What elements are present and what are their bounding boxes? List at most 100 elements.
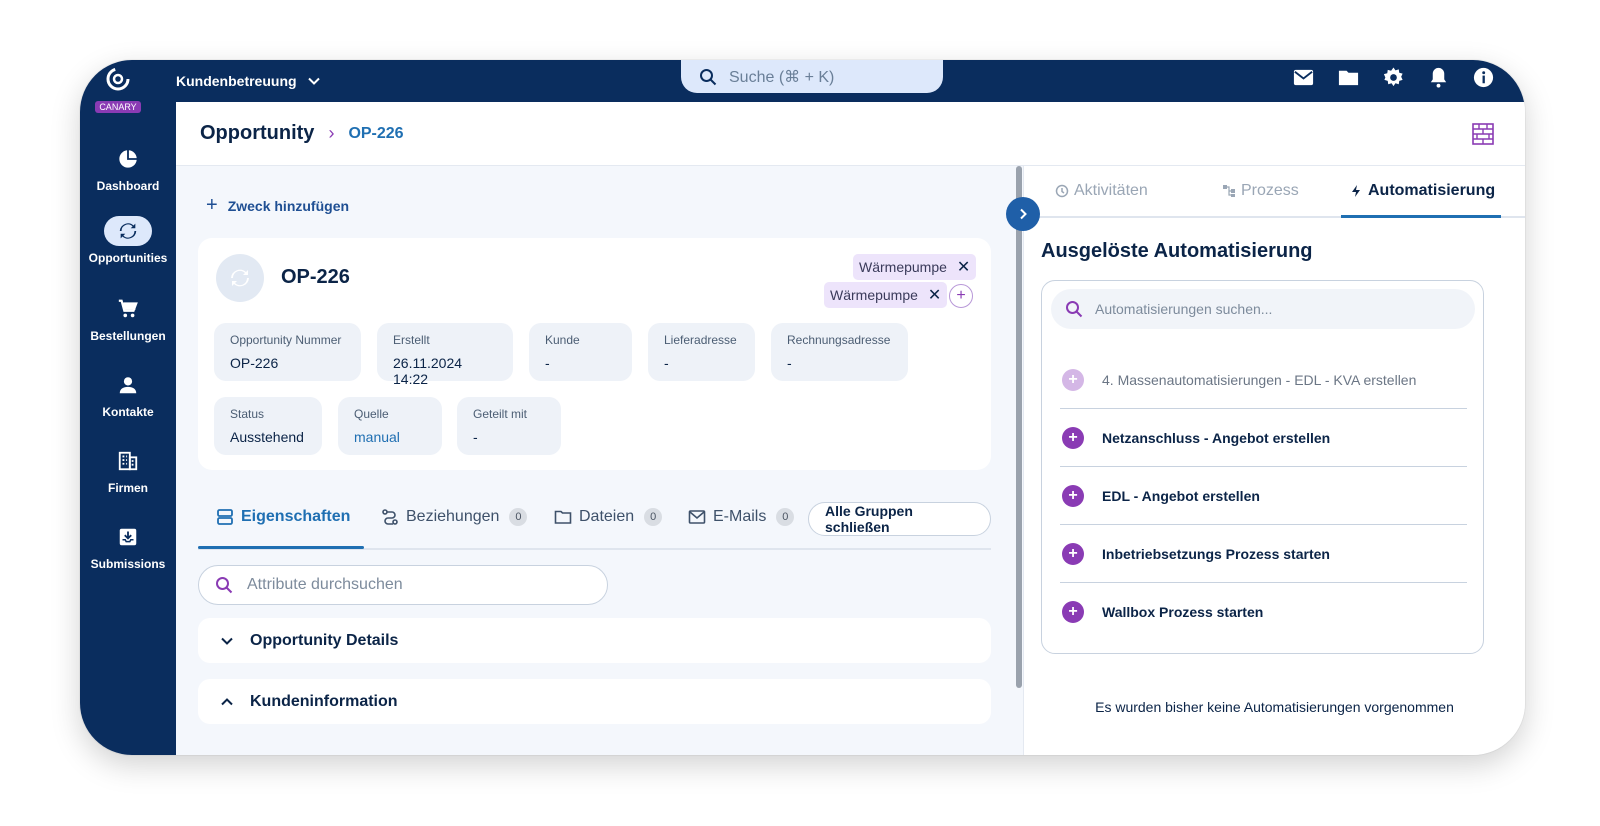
automation-label: 4. Massenautomatisierungen - EDL - KVA e… [1102,371,1417,388]
app-switcher[interactable]: Kundenbetreuung [176,60,321,102]
tab-label: Beziehungen [406,508,500,525]
app-switcher-label: Kundenbetreuung [176,73,297,89]
field-value: - [473,429,478,445]
chevron-up-icon [221,697,233,705]
notifications-button[interactable] [1426,65,1450,89]
automation-label: Inbetriebsetzungs Prozess starten [1102,545,1330,562]
tab-label: E-Mails [713,508,767,525]
sidebar-item-bestellungen[interactable]: Bestellungen [80,294,176,343]
env-badge: CANARY [95,101,141,113]
panel-title: Ausgelöste Automatisierung [1041,240,1313,262]
automation-item[interactable]: + Inbetriebsetzungs Prozess starten [1060,525,1467,583]
close-icon[interactable]: ✕ [957,257,970,277]
active-tab-indicator [1341,215,1501,218]
section-title: Kundeninformation [250,692,398,710]
search-placeholder: Suche (⌘ + K) [729,68,835,86]
global-search[interactable]: Suche (⌘ + K) [681,60,943,93]
count-badge: 0 [509,508,528,526]
automation-item[interactable]: + Wallbox Prozess starten [1060,583,1467,641]
plus-icon: + [1062,484,1084,507]
sidebar-item-kontakte[interactable]: Kontakte [80,370,176,419]
sidebar-item-label: Bestellungen [90,329,166,343]
app-window: CANARY Dashboard Opportunities Bestellun… [80,60,1525,755]
tab-dateien[interactable]: Dateien 0 [554,508,663,526]
add-purpose-button[interactable]: + Zweck hinzufügen [206,194,349,217]
add-tag-button[interactable]: + [949,284,973,308]
automation-label: Wallbox Prozess starten [1102,604,1264,620]
attribute-search-placeholder: Attribute durchsuchen [247,576,403,593]
relation-icon [382,509,398,525]
automation-item[interactable]: + EDL - Angebot erstellen [1060,467,1467,525]
tab-label: Automatisierung [1368,182,1496,199]
tab-automatisierung[interactable]: Automatisierung [1349,182,1495,200]
inbox-icon [119,528,137,546]
tag-chip: Wärmepumpe ✕ [853,254,977,280]
sync-icon [119,223,137,239]
field-label: Erstellt [393,333,430,347]
sidebar-item-label: Firmen [107,481,148,495]
field-label: Rechnungsadresse [787,333,891,347]
collapse-groups-button[interactable]: Alle Gruppen schließen [808,502,991,536]
active-tab-indicator [198,546,364,549]
folder-icon [1338,70,1358,85]
bell-icon [1430,67,1446,88]
automation-item[interactable]: + 4. Massenautomatisierungen - EDL - KVA… [1060,351,1467,409]
tab-eigenschaften[interactable]: Eigenschaften [216,508,350,526]
sidebar-item-submissions[interactable]: Submissions [80,522,176,571]
breadcrumb-separator: › [328,123,335,143]
tag-label: Wärmepumpe [859,259,947,275]
mail-button[interactable] [1291,65,1315,89]
breadcrumb: Opportunity › OP-226 [200,122,404,145]
plus-icon: + [1062,542,1084,565]
person-icon [119,377,137,394]
field-label: Status [230,407,265,421]
gear-icon [1383,66,1403,86]
sidebar-item-label: Kontakte [102,405,154,419]
settings-button[interactable] [1381,65,1405,89]
cart-icon [118,299,138,318]
field-value-link[interactable]: manual [354,429,426,445]
layout-grid-icon[interactable] [1471,122,1495,146]
sidebar-item-opportunities[interactable]: Opportunities [80,216,176,265]
sidebar-item-firmen[interactable]: Firmen [80,446,176,495]
close-icon[interactable]: ✕ [928,285,941,305]
plus-icon: + [1062,426,1084,449]
folder-button[interactable] [1336,65,1360,89]
sidebar-item-dashboard[interactable]: Dashboard [80,144,176,193]
field-value: 26.11.2024 14:22 [393,355,463,387]
sidebar: CANARY Dashboard Opportunities Bestellun… [80,60,176,755]
chevron-down-icon [221,637,233,645]
tab-emails[interactable]: E-Mails 0 [688,508,795,526]
field-label: Lieferadresse [664,333,737,347]
breadcrumb-root[interactable]: Opportunity [200,122,314,145]
info-button[interactable] [1471,65,1495,89]
collapse-panel-button[interactable] [1006,197,1040,231]
logo[interactable]: CANARY [90,66,146,115]
field-shared-with: Geteilt mit - [457,397,561,455]
field-status: Status Ausstehend [214,397,322,455]
tab-prozess[interactable]: Prozess [1222,182,1299,200]
tab-aktivitaeten[interactable]: Aktivitäten [1055,182,1148,200]
automation-item[interactable]: + Netzanschluss - Angebot erstellen [1060,409,1467,467]
empty-state-text: Es wurden bisher keine Automatisierungen… [1095,699,1454,715]
breadcrumb-current: OP-226 [348,124,404,142]
attribute-search-input[interactable]: Attribute durchsuchen [198,565,608,605]
plus-icon: + [1062,601,1084,623]
lightning-icon [1352,185,1360,197]
field-value: - [664,355,669,371]
pie-chart-icon [119,150,137,168]
section-kundeninformation[interactable]: Kundeninformation [198,679,991,724]
section-opportunity-details[interactable]: Opportunity Details [198,618,991,663]
automation-label: EDL - Angebot erstellen [1102,487,1260,504]
automation-search-input[interactable]: Automatisierungen suchen... [1051,289,1475,329]
scrollbar[interactable] [1016,166,1022,688]
field-label: Kunde [545,333,580,347]
count-badge: 0 [776,508,795,526]
field-customer: Kunde - [529,323,632,381]
automation-search-placeholder: Automatisierungen suchen... [1095,301,1273,317]
tab-label: Dateien [579,508,635,525]
tab-beziehungen[interactable]: Beziehungen 0 [381,508,528,526]
field-opportunity-number: Opportunity Nummer OP-226 [214,323,361,381]
field-label: Quelle [354,407,389,421]
field-delivery-address: Lieferadresse - [648,323,755,381]
